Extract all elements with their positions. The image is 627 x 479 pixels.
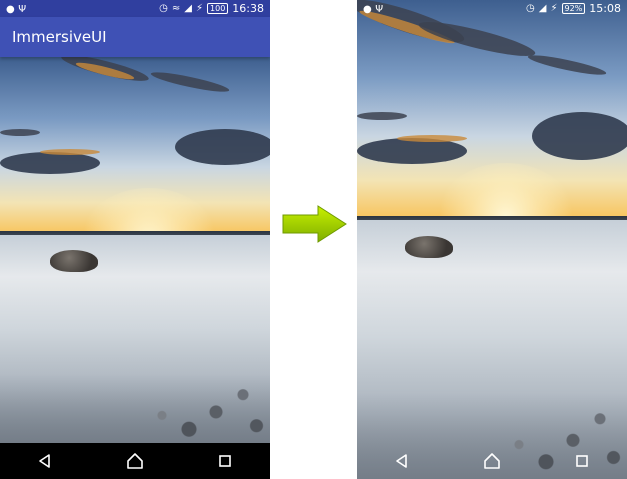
alarm-icon: ◷ xyxy=(526,3,535,14)
back-button[interactable] xyxy=(390,449,414,473)
home-button[interactable] xyxy=(480,449,504,473)
phone-screen-immersive: ● Ψ ◷ ◢ ⚡ 92% 15:08 xyxy=(357,0,627,479)
app-bar: ImmersiveUI xyxy=(0,17,270,57)
cloud xyxy=(0,152,100,174)
android-icon: ● xyxy=(363,4,372,15)
charging-icon: ⚡ xyxy=(550,3,558,14)
usb-icon: Ψ xyxy=(18,4,27,15)
navigation-bar xyxy=(357,443,627,479)
signal-icon: ◢ xyxy=(538,3,547,14)
battery-level: 92% xyxy=(561,3,586,14)
wallpaper-image xyxy=(357,0,627,479)
rock xyxy=(405,236,453,258)
app-title: ImmersiveUI xyxy=(12,28,107,46)
wifi-icon: ≈ xyxy=(171,3,181,14)
status-clock: 15:08 xyxy=(589,2,621,15)
back-button[interactable] xyxy=(33,449,57,473)
rock xyxy=(50,250,98,272)
recents-button[interactable] xyxy=(213,449,237,473)
recents-button[interactable] xyxy=(570,449,594,473)
cloud xyxy=(357,138,467,164)
android-icon: ● xyxy=(6,4,15,15)
wallpaper-image xyxy=(0,57,270,443)
recents-icon xyxy=(576,455,588,467)
cloud xyxy=(397,135,467,142)
back-icon xyxy=(396,454,407,468)
transition-arrow-icon xyxy=(282,205,347,243)
home-button[interactable] xyxy=(123,449,147,473)
alarm-icon: ◷ xyxy=(159,3,168,14)
navigation-bar xyxy=(0,443,270,479)
status-bar: ● Ψ ◷ ≈ ◢ ⚡ 100 16:38 xyxy=(0,0,270,17)
back-icon xyxy=(39,454,50,468)
status-bar: ● Ψ ◷ ◢ ⚡ 92% 15:08 xyxy=(357,0,627,17)
home-icon xyxy=(484,453,500,469)
status-clock: 16:38 xyxy=(232,2,264,15)
signal-icon: ◢ xyxy=(184,3,192,14)
cloud xyxy=(357,112,407,120)
cloud xyxy=(0,129,40,136)
charging-icon: ⚡ xyxy=(195,3,204,14)
pebbles xyxy=(0,373,270,443)
battery-level: 100 xyxy=(207,3,229,14)
home-icon xyxy=(127,453,143,469)
phone-screen-normal: ● Ψ ◷ ≈ ◢ ⚡ 100 16:38 ImmersiveUI xyxy=(0,0,270,479)
usb-icon: Ψ xyxy=(375,4,384,15)
cloud xyxy=(532,112,627,160)
cloud xyxy=(40,149,100,155)
recents-icon xyxy=(219,455,231,467)
cloud xyxy=(175,129,270,165)
